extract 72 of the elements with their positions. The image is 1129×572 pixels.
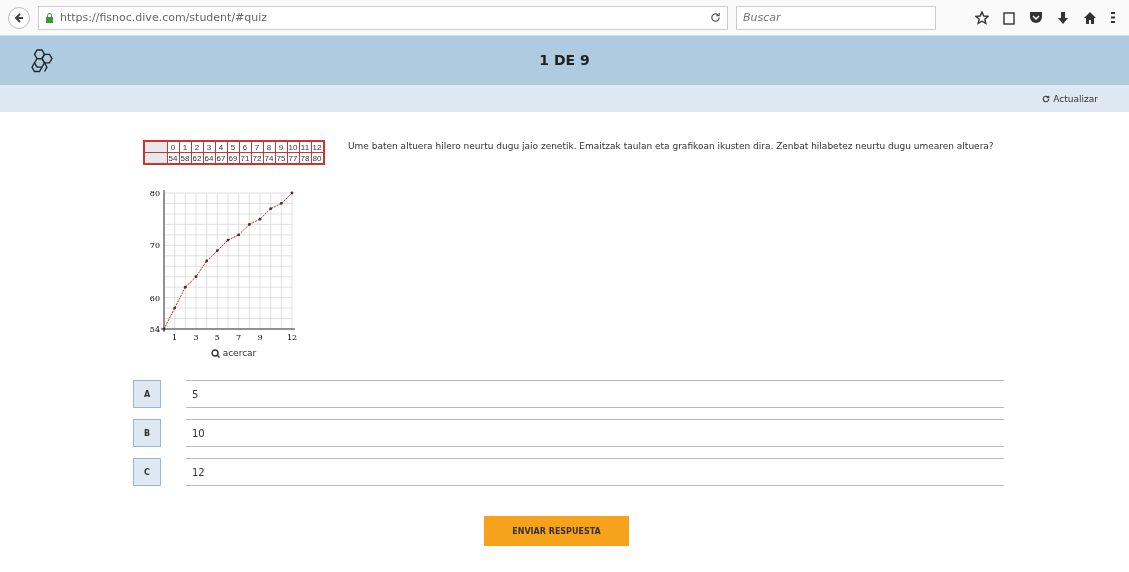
data-point — [279, 202, 283, 205]
search-icon — [210, 348, 220, 358]
data-point — [226, 238, 229, 242]
table-cell: 62 — [191, 152, 203, 164]
table-cell: 71 — [239, 152, 251, 164]
answer-option[interactable]: 10 — [186, 419, 1004, 447]
data-point — [215, 249, 219, 252]
answer-option[interactable]: 5 — [186, 380, 1004, 408]
data-point — [290, 191, 293, 195]
home-icon[interactable] — [1083, 10, 1097, 24]
answer-letter-button[interactable]: A — [133, 380, 161, 408]
table-cell: 7 — [251, 141, 263, 153]
download-icon[interactable] — [1057, 10, 1069, 25]
hexagon-logo-icon — [30, 47, 54, 74]
data-point — [247, 223, 251, 226]
x-tick-label: 12 — [286, 333, 297, 342]
table-cell: 54 — [167, 152, 179, 164]
refresh-button[interactable]: Actualizar — [1036, 92, 1104, 105]
table-cell: 2 — [191, 141, 203, 153]
data-point — [162, 327, 165, 331]
y-tick-label: 60 — [149, 293, 160, 303]
x-tick-label: 1 — [171, 333, 177, 342]
table-cell: 0 — [167, 141, 179, 153]
back-button[interactable] — [8, 6, 30, 29]
search-field[interactable]: Buscar — [736, 5, 936, 30]
x-tick-label: 5 — [214, 333, 220, 342]
table-cell: 64 — [203, 152, 215, 164]
question-text: Ume baten altuera hilero neurtu dugu jaio zenetik. Emaitzak taulan eta grafikoan ikusten dira. Zenbat hilabetez neurtu dugu umearen altuera? — [348, 140, 994, 153]
zoom-link[interactable]: acercar — [210, 348, 257, 358]
submit-button[interactable]: ENVIAR RESPUESTA — [484, 516, 629, 546]
table-cell: 4 — [215, 141, 227, 153]
y-tick-label: 54 — [149, 325, 160, 334]
table-cell: 3 — [203, 141, 215, 153]
table-cell: 69 — [227, 152, 239, 164]
table-cell: 72 — [251, 152, 263, 164]
star-icon[interactable] — [975, 10, 989, 25]
table-cell: 74 — [263, 152, 275, 164]
answer-letter-button[interactable]: B — [133, 419, 161, 447]
table-cell: 78 — [299, 152, 311, 164]
menu-icon[interactable] — [1111, 10, 1115, 24]
address-bar[interactable]: https://fisnoc.dive.com/student/#quiz — [38, 5, 728, 30]
table-cell: 58 — [179, 152, 191, 164]
table-cell: 5 — [227, 141, 239, 153]
table-cell: 8 — [263, 141, 275, 153]
data-point — [183, 285, 187, 289]
y-tick-label: 70 — [149, 241, 160, 251]
refresh-icon — [1042, 94, 1051, 103]
table-cell: 11 — [299, 141, 311, 153]
table-cell: 67 — [215, 152, 227, 164]
table-cell: 1 — [179, 141, 191, 153]
table-cell: 9 — [275, 141, 287, 153]
lock-icon — [45, 12, 54, 23]
table-cell: 77 — [287, 152, 299, 164]
x-tick-label: 3 — [192, 333, 199, 342]
data-point — [172, 306, 176, 310]
y-tick-label: 80 — [149, 189, 160, 198]
pocket-icon[interactable] — [1029, 10, 1043, 24]
table-cell: 75 — [275, 152, 287, 164]
data-point — [204, 259, 208, 263]
x-tick-label: 7 — [235, 333, 241, 342]
answer-option[interactable]: 12 — [186, 458, 1004, 486]
data-point — [268, 207, 272, 211]
data-point — [258, 217, 261, 221]
reload-icon[interactable] — [710, 12, 721, 23]
table-cell: 6 — [239, 141, 251, 153]
table-cell: 10 — [287, 141, 299, 153]
answer-letter-button[interactable]: C — [133, 458, 161, 486]
data-point — [194, 275, 197, 279]
x-tick-label: 9 — [256, 333, 263, 342]
question-counter: 1 DE 9 — [539, 52, 590, 68]
data-point — [236, 233, 240, 237]
back-arrow-icon — [13, 11, 25, 24]
